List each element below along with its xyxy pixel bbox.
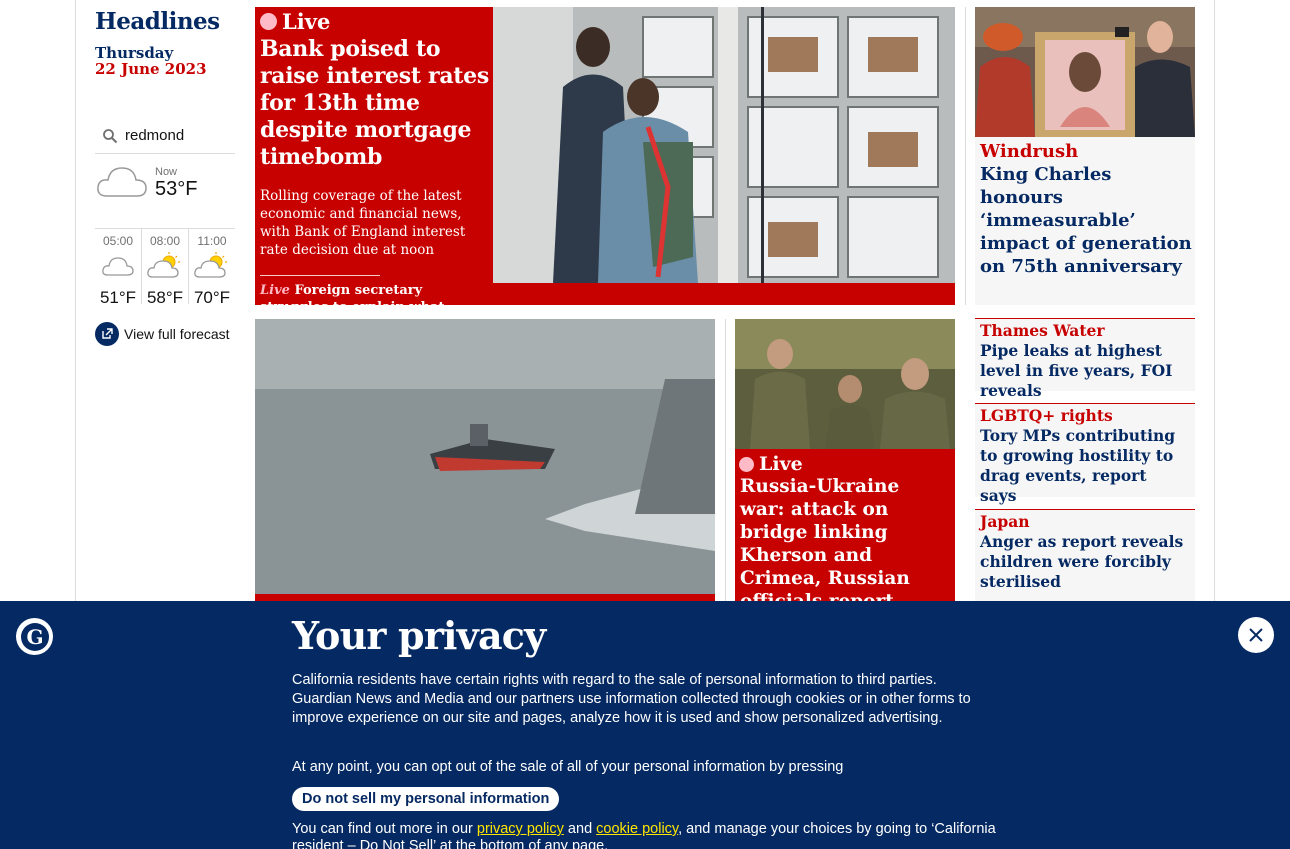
live-label: Live (759, 453, 803, 475)
ukraine-headline[interactable]: Russia-Ukraine war: attack on bridge lin… (740, 475, 950, 613)
privacy-title: Your privacy (292, 613, 546, 658)
privacy-paragraph: You can find out more in our privacy pol… (292, 821, 997, 849)
small-story-headline[interactable]: Pipe leaks at highest level in five year… (980, 341, 1185, 401)
privacy-policy-link[interactable]: privacy policy (477, 821, 564, 837)
live-dot-icon (260, 13, 277, 30)
live-dot-icon (739, 456, 754, 472)
small-story-headline[interactable]: Anger as report reveals children were fo… (980, 532, 1185, 592)
windrush-kicker: Windrush (980, 141, 1079, 162)
windrush-story-card[interactable]: Windrush King Charles honours ‘immeasura… (975, 7, 1195, 305)
sun-cloud-icon (142, 250, 188, 282)
ukraine-story-photo (735, 319, 955, 449)
do-not-sell-button[interactable]: Do not sell my personal information (292, 787, 560, 811)
forecast-time: 05:00 (102, 234, 134, 248)
forecast-temp: 51°F (99, 288, 137, 307)
sun-cloud-icon (189, 250, 235, 282)
view-full-forecast-label: View full forecast (124, 326, 230, 342)
date-label: 22 June 2023 (95, 60, 207, 78)
divider (260, 275, 380, 276)
forecast-time: 08:00 (149, 234, 181, 248)
location-input[interactable] (125, 127, 230, 144)
cloud-icon (95, 158, 149, 206)
ukraine-story-card[interactable]: Live Russia-Ukraine war: attack on bridg… (735, 319, 955, 612)
forecast-time: 11:00 (197, 234, 227, 248)
forecast-temp: 58°F (146, 288, 184, 307)
lead-story-headline[interactable]: Bank poised to raise interest rates for … (260, 36, 490, 171)
small-story-card[interactable]: Japan Anger as report reveals children w… (975, 509, 1195, 601)
lead-story-card[interactable]: Live Bank poised to raise interest rates… (255, 7, 955, 349)
guardian-logo-icon: G (16, 618, 53, 655)
windrush-headline[interactable]: King Charles honours ‘immeasurable’ impa… (980, 163, 1192, 278)
forecast-temp: 70°F (193, 288, 231, 307)
view-full-forecast-link[interactable]: View full forecast (95, 322, 230, 346)
cloud-icon (95, 250, 141, 282)
live-indicator: Live (739, 453, 803, 475)
section-title: Headlines (95, 8, 220, 35)
lead-story-text: Live Bank poised to raise interest rates… (260, 9, 490, 350)
svg-text:G: G (26, 625, 43, 649)
lead-story-photo (493, 7, 955, 283)
small-story-kicker: LGBTQ+ rights (980, 406, 1113, 425)
small-story-headline[interactable]: Tory MPs contributing to growing hostili… (980, 426, 1185, 506)
windrush-story-photo (975, 7, 1195, 137)
cookie-policy-link[interactable]: cookie policy (596, 821, 678, 837)
column-divider (725, 319, 726, 601)
privacy-paragraph: At any point, you can opt out of the sal… (292, 759, 844, 775)
forecast-item: 08:00 58°F (142, 229, 189, 307)
live-label: Live (282, 9, 331, 34)
close-icon (1249, 628, 1263, 642)
location-search[interactable] (95, 118, 235, 154)
privacy-text: You can find out more in our (292, 821, 477, 837)
lead-story-standfirst: Rolling coverage of the latest economic … (260, 188, 466, 258)
privacy-text: and (563, 821, 597, 837)
forecast-strip: 05:00 51°F 08:00 58°F 11:00 70°F (95, 228, 235, 307)
forecast-item: 05:00 51°F (95, 229, 142, 307)
small-story-kicker: Japan (980, 512, 1030, 531)
sublink-kicker: Live (260, 283, 290, 298)
close-button[interactable] (1238, 617, 1274, 653)
weather-now: Now 53°F (95, 158, 235, 228)
weather-now-label: Now (155, 166, 178, 178)
search-icon (95, 128, 125, 144)
small-story-card[interactable]: LGBTQ+ rights Tory MPs contributing to g… (975, 403, 1195, 505)
sea-story-photo[interactable] (255, 319, 715, 609)
small-story-kicker: Thames Water (980, 321, 1105, 340)
column-divider (965, 7, 966, 305)
live-indicator: Live (260, 9, 490, 34)
small-story-card[interactable]: Thames Water Pipe leaks at highest level… (975, 318, 1195, 400)
privacy-paragraph: California residents have certain rights… (292, 672, 971, 726)
external-link-icon (95, 322, 119, 346)
weather-now-temp: 53°F (155, 178, 198, 200)
privacy-banner: G Your privacy California residents have… (0, 601, 1290, 849)
forecast-item: 11:00 70°F (189, 229, 235, 307)
